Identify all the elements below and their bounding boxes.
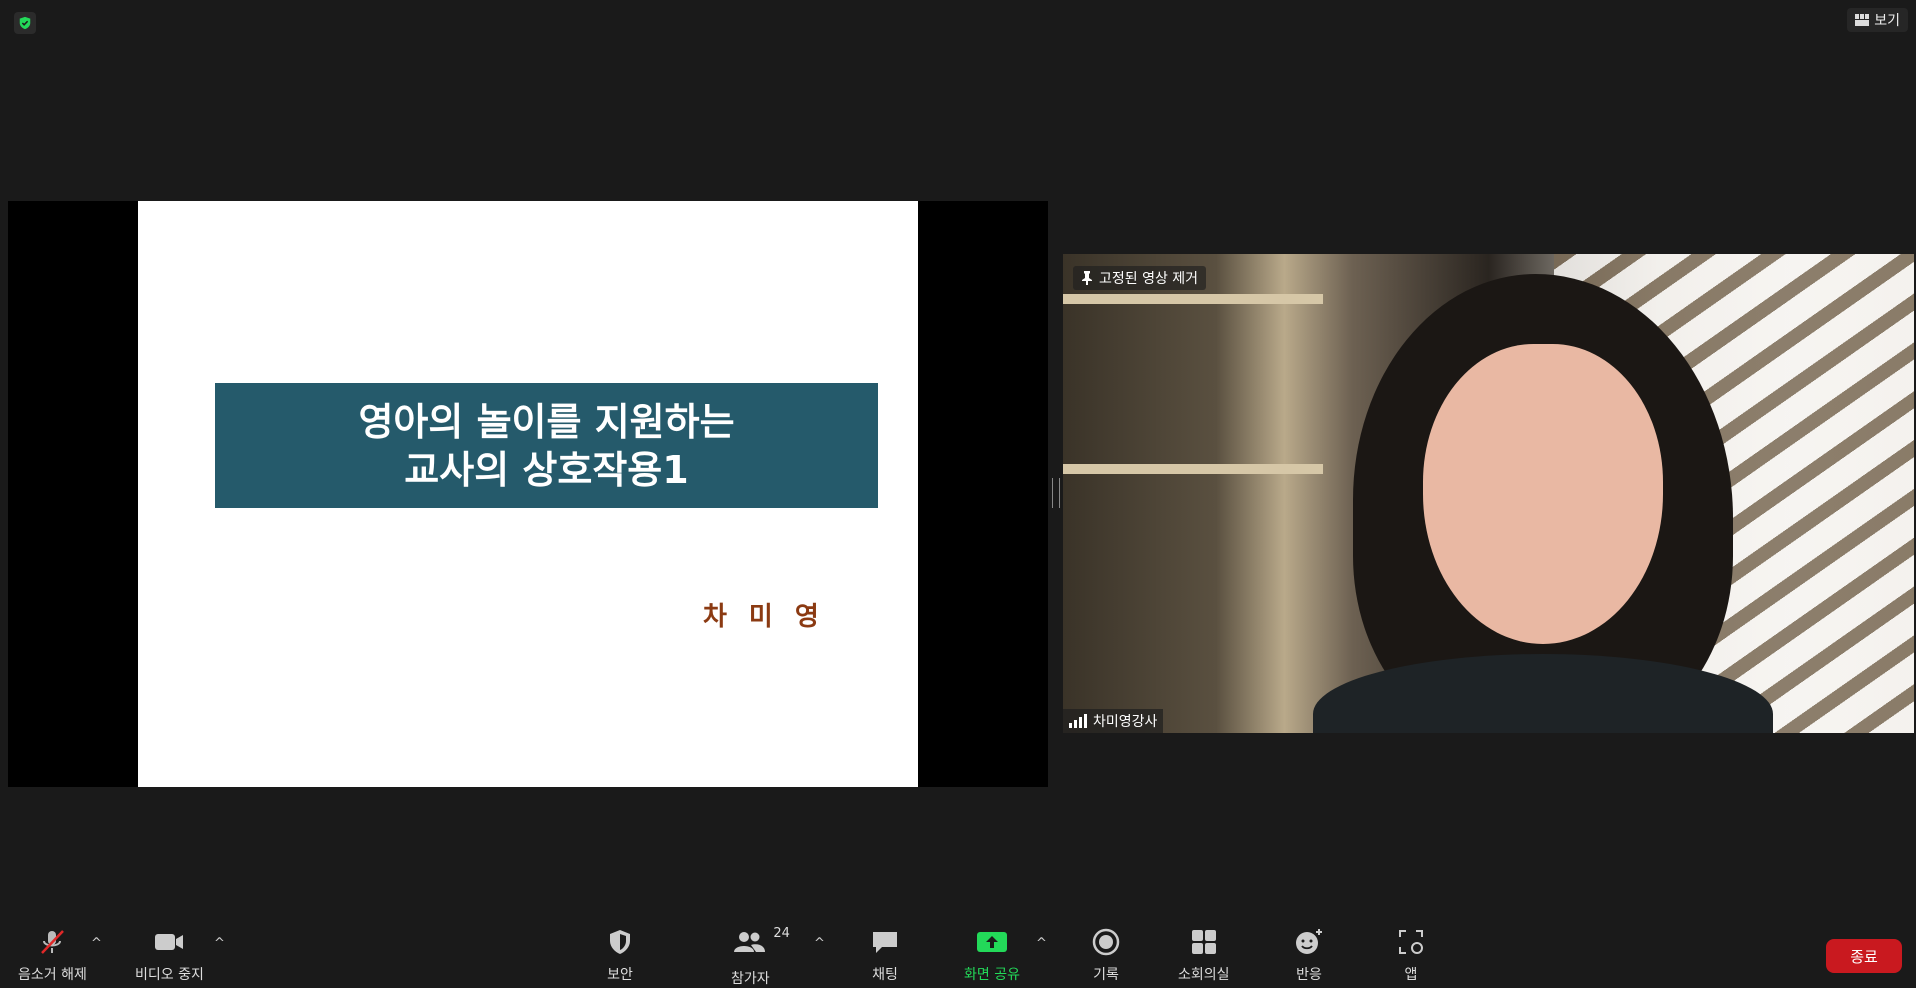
apps-label: 앱 <box>1404 967 1418 983</box>
breakout-rooms-label: 소회의실 <box>1178 967 1230 983</box>
muted-mic-icon <box>41 930 65 954</box>
person-face <box>1423 344 1663 644</box>
participants-label: 참가자 <box>731 971 770 987</box>
slide-title-line2: 교사의 상호작용1 <box>404 447 689 492</box>
share-screen-label: 화면 공유 <box>964 967 1020 983</box>
signal-strength-icon <box>1069 714 1087 728</box>
record-button[interactable]: 기록 <box>1092 928 1120 984</box>
security-shield-icon <box>610 930 630 954</box>
share-screen-button[interactable]: 화면 공유 <box>964 928 1020 984</box>
chat-label: 채팅 <box>872 967 898 983</box>
split-resize-handle[interactable] <box>1052 478 1060 508</box>
share-screen-icon <box>976 932 1007 952</box>
apps-icon <box>1399 930 1423 954</box>
stop-video-label: 비디오 중지 <box>135 967 204 983</box>
security-label: 보안 <box>607 967 633 983</box>
view-label: 보기 <box>1874 13 1900 29</box>
view-button[interactable]: 보기 <box>1847 8 1908 32</box>
security-shield-icon[interactable] <box>14 12 36 34</box>
shelf <box>1063 464 1323 474</box>
unmute-button[interactable]: 음소거 해제 <box>18 928 87 984</box>
reactions-label: 반응 <box>1296 967 1322 983</box>
participant-name-tag: 차미영강사 <box>1063 709 1164 733</box>
security-button[interactable]: 보안 <box>607 928 633 984</box>
participants-options-chevron-icon[interactable]: ^ <box>814 936 825 951</box>
participant-name: 차미영강사 <box>1093 714 1158 730</box>
participants-button[interactable]: 24 참가자 <box>731 926 790 988</box>
pin-icon <box>1082 271 1092 285</box>
stop-video-button[interactable]: 비디오 중지 <box>135 928 204 984</box>
record-label: 기록 <box>1093 967 1119 983</box>
reaction-emoji-icon <box>1296 929 1322 954</box>
shared-screen: 영아의 놀이를 지원하는 교사의 상호작용1 차미영 <box>8 201 1048 787</box>
share-options-chevron-icon[interactable]: ^ <box>1036 936 1047 951</box>
participants-icon <box>734 932 766 952</box>
slide-author: 차미영 <box>703 602 841 632</box>
participant-video-tile[interactable]: 고정된 영상 제거 차미영강사 <box>1063 254 1914 733</box>
video-options-chevron-icon[interactable]: ^ <box>214 936 225 951</box>
participants-count: 24 <box>773 926 790 941</box>
unpin-label: 고정된 영상 제거 <box>1099 271 1199 287</box>
unmute-label: 음소거 해제 <box>18 967 87 983</box>
chat-button[interactable]: 채팅 <box>870 928 900 984</box>
record-icon <box>1092 928 1120 956</box>
breakout-rooms-icon <box>1191 930 1216 954</box>
slide-title-box: 영아의 놀이를 지원하는 교사의 상호작용1 <box>215 383 878 508</box>
end-meeting-button[interactable]: 종료 <box>1826 939 1902 973</box>
video-camera-icon <box>155 934 184 950</box>
unpin-video-button[interactable]: 고정된 영상 제거 <box>1073 266 1207 290</box>
meeting-toolbar: 음소거 해제 ^ 비디오 중지 ^ 보안 24 참가자 ^ 채팅 화면 공유 ^… <box>0 920 1916 987</box>
presentation-slide: 영아의 놀이를 지원하는 교사의 상호작용1 차미영 <box>138 201 918 787</box>
chat-bubble-icon <box>873 932 897 953</box>
breakout-rooms-button[interactable]: 소회의실 <box>1178 928 1230 984</box>
grid-view-icon <box>1855 14 1870 26</box>
shelf <box>1063 294 1323 304</box>
reactions-button[interactable]: 반응 <box>1294 928 1324 984</box>
apps-button[interactable]: 앱 <box>1397 928 1425 984</box>
slide-title-line1: 영아의 놀이를 지원하는 <box>358 399 735 444</box>
audio-options-chevron-icon[interactable]: ^ <box>91 936 102 951</box>
